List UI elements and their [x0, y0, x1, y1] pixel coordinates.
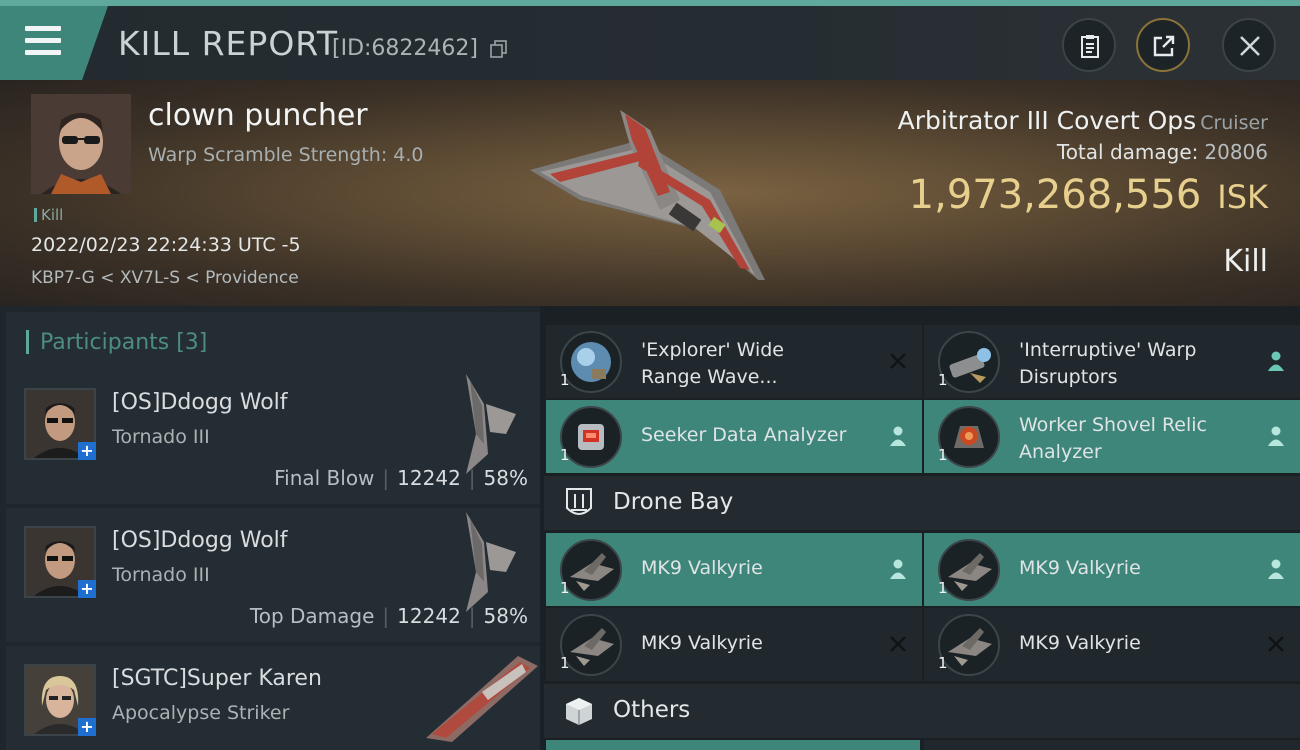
close-icon [1240, 36, 1260, 56]
participant-row[interactable]: + [OS]Ddogg Wolf Tornado III Top Damage |… [6, 508, 540, 642]
participant-name: [OS]Ddogg Wolf [112, 528, 288, 553]
victim-summary: clown puncher Warp Scramble Strength: 4.… [0, 80, 1300, 306]
menu-button[interactable] [0, 6, 108, 80]
warp-scramble-strength: Warp Scramble Strength: 4.0 [148, 144, 424, 166]
top-bar: KILL REPORT [ID:6822462] [0, 0, 1300, 80]
plus-badge-icon: + [78, 718, 96, 736]
participant-ship-image[interactable] [446, 374, 526, 474]
item-row[interactable]: 1 Worker Shovel Relic Analyzer [924, 400, 1300, 473]
victim-name[interactable]: clown puncher [148, 98, 368, 133]
section-title: Drone Bay [613, 489, 734, 515]
drone-row[interactable]: 1 MK9 Valkyrie [546, 533, 922, 606]
participant-stats: Final Blow | 12242 | 58% [274, 466, 528, 490]
item-name: MK9 Valkyrie [641, 632, 763, 654]
drone-bay-icon [566, 488, 592, 515]
participant-ship-image[interactable] [422, 652, 540, 742]
participant-stats: Top Damage | 12242 | 58% [249, 604, 528, 628]
participant-name: [OS]Ddogg Wolf [112, 390, 288, 415]
kill-location[interactable]: KBP7-G < XV7L-S < Providence [31, 268, 299, 288]
destroyed-icon [890, 353, 906, 369]
item-name: MK9 Valkyrie [1019, 557, 1141, 579]
participants-title: Participants [3] [40, 330, 208, 355]
item-name: 'Explorer' Wide Range Wave... [641, 339, 784, 388]
pilot-icon [1268, 351, 1284, 371]
pilot-icon [1268, 559, 1284, 579]
plus-badge-icon: + [78, 442, 96, 460]
victim-ship-name[interactable]: Arbitrator III Covert Ops Cruiser [898, 106, 1268, 135]
pilot-icon [890, 559, 906, 579]
destroyed-icon [890, 636, 906, 652]
ship-class: Cruiser [1200, 112, 1268, 134]
page-title: KILL REPORT [118, 24, 338, 63]
clipboard-button[interactable] [1062, 18, 1116, 72]
item-name: MK9 Valkyrie [1019, 632, 1141, 654]
participants-header[interactable]: Participants [3] [6, 312, 540, 370]
item-name: 'Interruptive' Warp Disruptors [1019, 339, 1197, 388]
item-name: Seeker Data Analyzer [641, 424, 847, 446]
kill-outcome: Kill [1223, 244, 1268, 279]
items-panel: 1 'Explorer' Wide Range Wave... 1 'Interr… [544, 306, 1300, 750]
destroyed-icon [1268, 636, 1284, 652]
drone-row[interactable]: 1 MK9 Valkyrie [924, 608, 1300, 681]
drone-row[interactable]: 1 MK9 Valkyrie [924, 533, 1300, 606]
share-icon [1153, 35, 1175, 57]
item-row[interactable]: 1 'Interruptive' Warp Disruptors [924, 325, 1300, 398]
victim-ship-image[interactable] [520, 100, 780, 280]
drone-row[interactable]: 1 MK9 Valkyrie [546, 608, 922, 681]
plus-badge-icon: + [78, 580, 96, 598]
section-drone-bay[interactable]: Drone Bay [544, 476, 1300, 530]
total-damage: Total damage: 20806 [1056, 140, 1268, 164]
isk-value: 1,973,268,556 ISK [908, 172, 1268, 218]
item-name: Worker Shovel Relic Analyzer [1019, 414, 1207, 463]
participant-ship-image[interactable] [446, 512, 526, 612]
victim-avatar[interactable] [31, 94, 131, 194]
kill-datetime: 2022/02/23 22:24:33 UTC -5 [31, 234, 301, 256]
participant-name: [SGTC]Super Karen [112, 666, 322, 691]
close-button[interactable] [1222, 18, 1276, 72]
copy-icon[interactable] [490, 40, 508, 58]
participant-row[interactable]: + [OS]Ddogg Wolf Tornado III Final Blow |… [6, 370, 540, 504]
pilot-icon [890, 426, 906, 446]
item-row[interactable]: 1 'Explorer' Wide Range Wave... [546, 325, 922, 398]
participants-panel: Participants [3] + [OS]Ddogg Wolf Tornad… [0, 306, 540, 750]
hamburger-icon [25, 26, 61, 56]
participant-row[interactable]: + [SGTC]Super Karen Apocalypse Striker [6, 646, 540, 750]
participant-ship: Tornado III [112, 426, 210, 448]
item-row-partial[interactable] [924, 740, 1300, 750]
participant-ship: Tornado III [112, 564, 210, 586]
item-name: MK9 Valkyrie [641, 557, 763, 579]
report-id: [ID:6822462] [332, 36, 478, 61]
section-others[interactable]: Others [544, 684, 1300, 738]
clipboard-icon [1081, 35, 1099, 58]
participant-ship: Apocalypse Striker [112, 702, 290, 724]
kill-tag: Kill [34, 206, 63, 224]
section-title: Others [613, 697, 691, 723]
pilot-icon [1268, 426, 1284, 446]
item-row-partial[interactable] [546, 740, 920, 750]
share-button[interactable] [1136, 18, 1190, 72]
cargo-box-icon [566, 698, 592, 725]
item-row[interactable]: 1 Seeker Data Analyzer [546, 400, 922, 473]
